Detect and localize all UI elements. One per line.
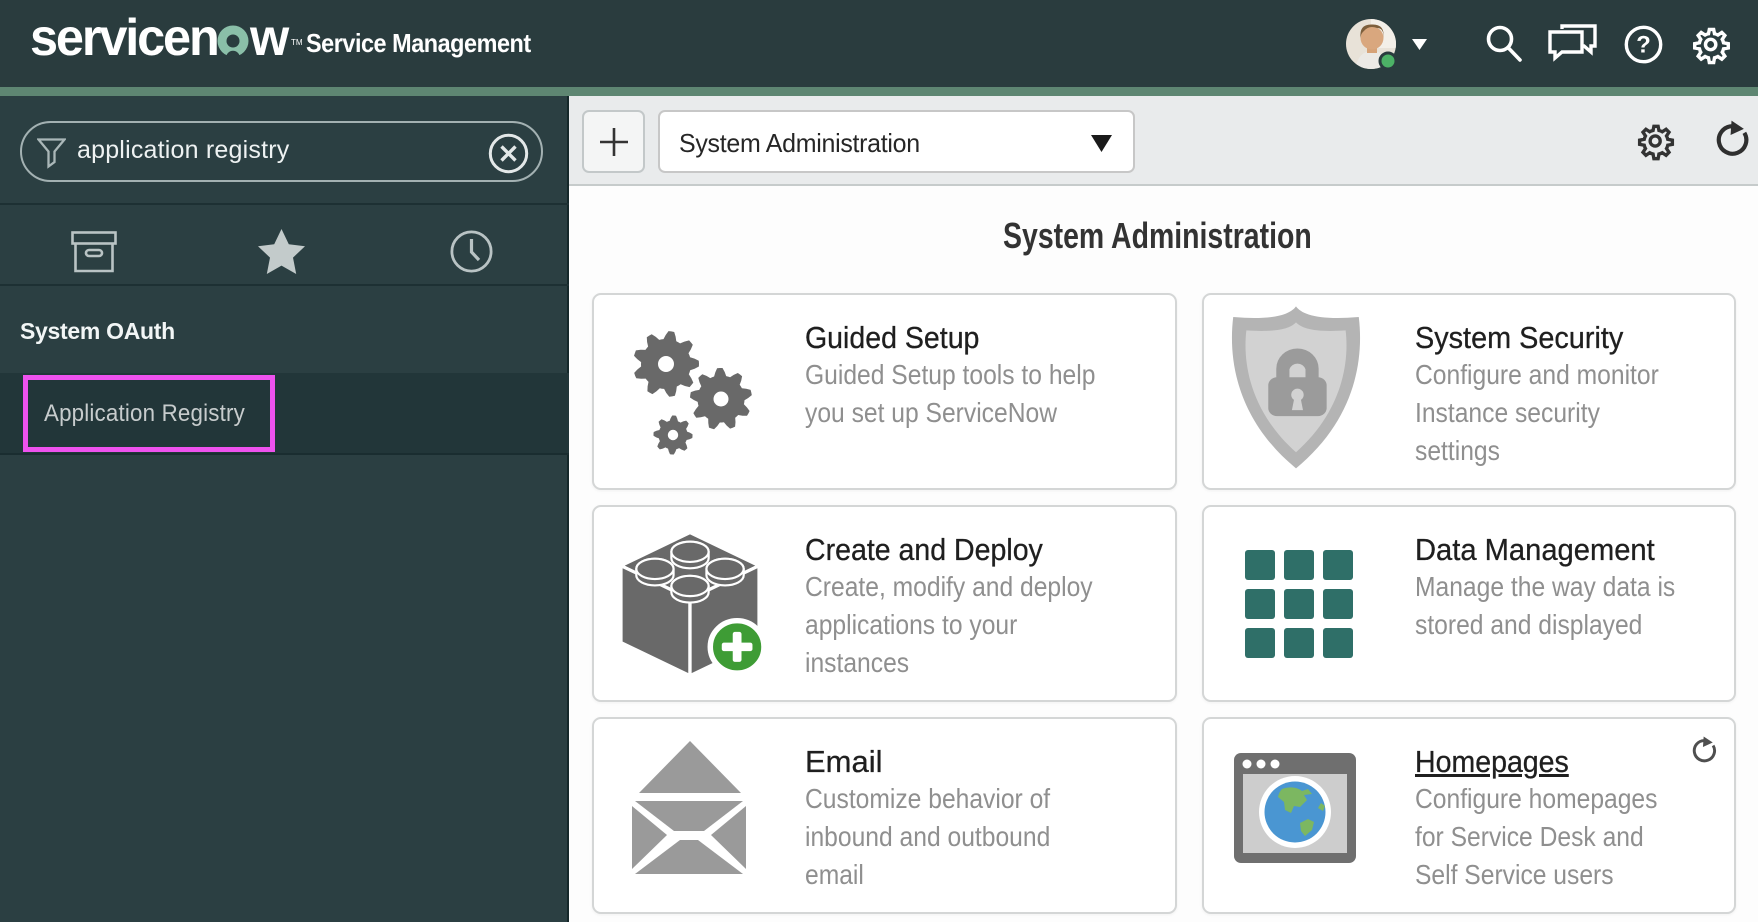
svg-text:?: ? [1636, 32, 1651, 59]
